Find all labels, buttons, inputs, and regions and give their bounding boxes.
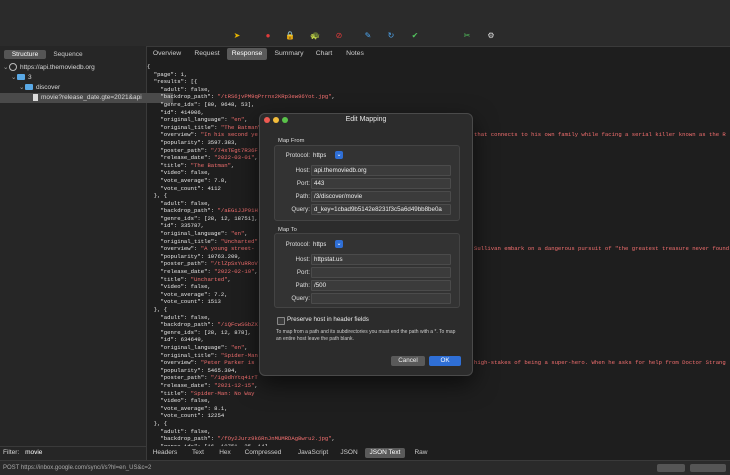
btab-raw[interactable]: Raw bbox=[410, 448, 432, 458]
preserve-host-checkbox[interactable] bbox=[277, 317, 285, 325]
toolbar: ➤ ● 🔒 🐢 ⊘ ✎ ↻ ✔ ✂ ⚙ bbox=[0, 0, 730, 47]
tree-item-label: movie?release_date.gte=2021&api bbox=[41, 94, 142, 101]
gear-icon[interactable]: ⚙ bbox=[486, 31, 496, 41]
from-query-value: d_key=1cbad9b5142e8231f3c5a6d49bb8be0a bbox=[314, 206, 442, 213]
code-line-overflow: high-stakes of being a super-hero. When … bbox=[474, 359, 726, 367]
tree-item[interactable]: ⌄ 3 bbox=[0, 73, 157, 83]
code-line: "genre_ids": [80, 9648, 53], bbox=[160, 100, 255, 108]
sidebar: Structure Sequence ⌄ https://api.themovie… bbox=[0, 46, 173, 462]
tree-item[interactable]: ⌄ discover bbox=[0, 83, 165, 93]
code-line: "title": "Spider-Man: No Way bbox=[160, 389, 255, 397]
btab-json-text[interactable]: JSON Text bbox=[365, 448, 405, 458]
from-host-label: Host: bbox=[295, 167, 310, 174]
segment-structure[interactable]: Structure bbox=[4, 50, 46, 59]
to-path-label: Path: bbox=[295, 282, 310, 289]
tab-chart[interactable]: Chart bbox=[311, 48, 337, 60]
mapping-note: To map from a path and its subdirectorie… bbox=[276, 329, 456, 342]
code-line: "video": false, bbox=[160, 397, 211, 405]
tools-icon[interactable]: ✂ bbox=[462, 31, 472, 41]
turtle-icon[interactable]: 🐢 bbox=[310, 31, 320, 41]
map-from-heading: Map From bbox=[278, 138, 305, 144]
to-protocol-select[interactable]: https bbox=[313, 241, 326, 248]
edit-mapping-dialog: Edit Mapping Map From Protocol: https ⌄ … bbox=[259, 113, 473, 376]
from-host-value: api.themoviedb.org bbox=[314, 167, 367, 174]
tab-response[interactable]: Response bbox=[227, 48, 267, 60]
tab-overview[interactable]: Overview bbox=[150, 48, 184, 60]
status-button-1[interactable] bbox=[657, 464, 685, 472]
refresh-icon[interactable]: ↻ bbox=[386, 31, 396, 41]
chevron-down-icon[interactable]: ⌄ bbox=[335, 151, 343, 159]
tree-item[interactable]: ⌄ https://api.themoviedb.org bbox=[0, 63, 149, 73]
tree-item-label: 3 bbox=[28, 74, 32, 81]
from-query-label: Query: bbox=[291, 206, 310, 213]
globe-icon bbox=[9, 63, 17, 72]
filter-input[interactable]: movie bbox=[25, 449, 42, 456]
status-button-2[interactable] bbox=[690, 464, 726, 472]
preserve-host-label: Preserve host in header fields bbox=[287, 316, 369, 323]
code-line: "adult": false, bbox=[160, 427, 211, 435]
chevron-down-icon[interactable]: ⌄ bbox=[3, 63, 9, 73]
tab-request[interactable]: Request bbox=[191, 48, 223, 60]
folder-icon bbox=[17, 74, 25, 81]
cancel-button[interactable]: Cancel bbox=[391, 356, 425, 366]
dialog-title: Edit Mapping bbox=[345, 116, 387, 123]
from-path-label: Path: bbox=[295, 193, 310, 200]
code-line-overflow: that connects to his own family while fa… bbox=[474, 131, 726, 139]
code-line: "backdrop_path": "/tRS6jvPM9qPrrnx2KRp3e… bbox=[160, 93, 336, 101]
from-port-field[interactable] bbox=[311, 178, 451, 189]
status-bar: POST https://inbox.google.com/sync/i/s?h… bbox=[0, 460, 730, 475]
tab-notes[interactable]: Notes bbox=[342, 48, 368, 60]
chevron-down-icon[interactable]: ⌄ bbox=[335, 240, 343, 248]
check-icon[interactable]: ✔ bbox=[410, 31, 420, 41]
document-icon bbox=[33, 93, 38, 101]
filter-bar: Filter: movie bbox=[0, 446, 146, 459]
pointer-icon[interactable]: ➤ bbox=[232, 31, 242, 41]
btab-hex[interactable]: Hex bbox=[215, 448, 235, 458]
folder-icon bbox=[25, 84, 33, 91]
code-line: }, { bbox=[147, 419, 168, 427]
tree-item-label: discover bbox=[36, 84, 61, 91]
from-protocol-select[interactable]: https bbox=[313, 152, 326, 159]
pen-icon[interactable]: ✎ bbox=[363, 31, 373, 41]
from-port-value: 443 bbox=[314, 180, 325, 187]
status-text: POST https://inbox.google.com/sync/i/s?h… bbox=[3, 465, 152, 471]
code-line: "release_date": "2021-12-15", bbox=[160, 381, 258, 389]
code-line-overflow: Sullivan embark on a dangerous pursuit o… bbox=[474, 245, 730, 253]
to-query-field[interactable] bbox=[311, 293, 451, 304]
to-host-value: httpstat.us bbox=[314, 256, 343, 263]
segment-sequence[interactable]: Sequence bbox=[48, 50, 88, 59]
code-line: "backdrop_path": "/fOy2Jurz9k6RnJnMUMRDA… bbox=[160, 435, 336, 443]
btab-json[interactable]: JSON bbox=[338, 448, 360, 458]
code-line: "results": [{ bbox=[153, 78, 198, 86]
btab-javascript[interactable]: JavaScript bbox=[292, 448, 334, 458]
to-protocol-label: Protocol: bbox=[285, 241, 310, 248]
tab-summary[interactable]: Summary bbox=[271, 48, 307, 60]
btab-headers[interactable]: Headers bbox=[149, 448, 181, 458]
lock-icon[interactable]: 🔒 bbox=[285, 31, 295, 41]
code-line: "vote_average": 8.1, bbox=[160, 404, 228, 412]
from-port-label: Port: bbox=[296, 180, 310, 187]
btab-compressed[interactable]: Compressed bbox=[241, 448, 285, 458]
code-line: { bbox=[147, 63, 151, 70]
ok-button[interactable]: OK bbox=[429, 356, 461, 366]
to-port-field[interactable] bbox=[311, 267, 451, 278]
to-host-label: Host: bbox=[295, 256, 310, 263]
code-line: "vote_count": 12254 bbox=[160, 412, 225, 420]
record-icon[interactable]: ● bbox=[263, 31, 273, 41]
to-query-label: Query: bbox=[291, 295, 310, 302]
tree-item-label: https://api.themoviedb.org bbox=[20, 64, 95, 71]
to-path-value: /500 bbox=[314, 282, 327, 289]
filter-label: Filter: bbox=[3, 449, 20, 456]
btab-text[interactable]: Text bbox=[187, 448, 209, 458]
to-path-field[interactable] bbox=[311, 280, 451, 291]
code-line: "genre_ids": [16, 10751, 35, 14], bbox=[147, 443, 730, 446]
stop-icon[interactable]: ⊘ bbox=[334, 31, 344, 41]
from-path-value: /3/discover/movie bbox=[314, 193, 363, 200]
code-line: "page": 1, bbox=[153, 70, 188, 78]
code-line: "adult": false, bbox=[160, 85, 211, 93]
to-port-label: Port: bbox=[296, 269, 310, 276]
from-protocol-label: Protocol: bbox=[285, 152, 310, 159]
